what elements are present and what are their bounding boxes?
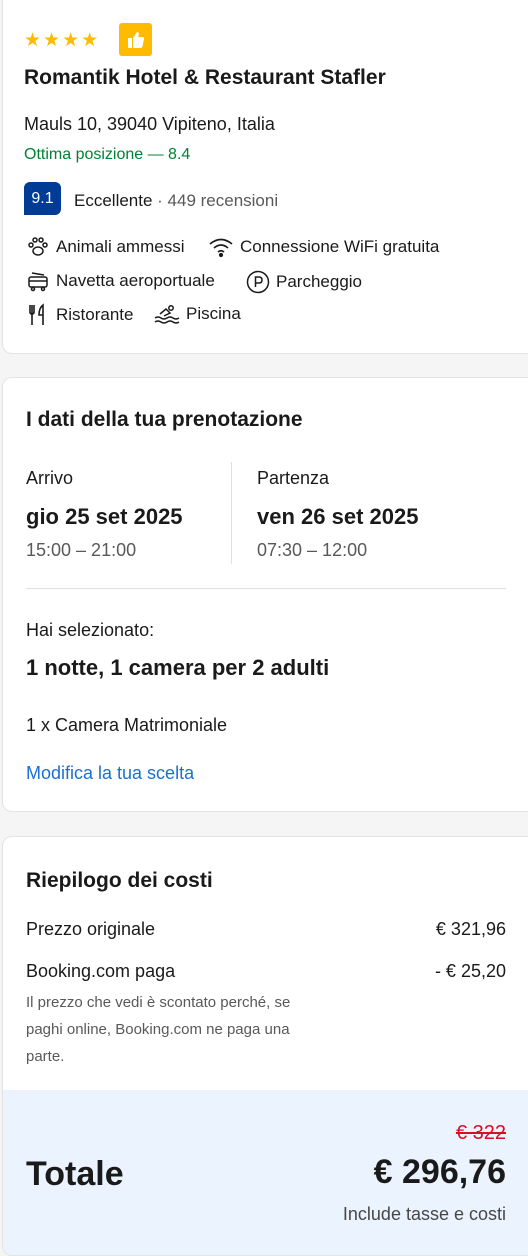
- star-icon: ★: [62, 29, 80, 51]
- selected-summary: 1 notte, 1 camera per 2 adulti: [26, 655, 330, 680]
- restaurant-icon: [29, 303, 44, 325]
- booking-pays-value: - € 25,20: [434, 961, 506, 981]
- selected-label: Hai selezionato:: [26, 620, 155, 640]
- amenity-label: Connessione WiFi gratuita: [240, 237, 440, 256]
- checkin-date: gio 25 set 2025: [26, 504, 183, 529]
- discount-note-line: parte.: [26, 1048, 65, 1065]
- amenity-label: Animali ammessi: [56, 237, 185, 256]
- hotel-card: [2, 0, 528, 354]
- star-icon: ★: [81, 29, 99, 51]
- total-price: € 296,76: [373, 1153, 506, 1191]
- original-price-value: € 321,96: [435, 919, 506, 939]
- booking-details-title: I dati della tua prenotazione: [26, 408, 303, 431]
- star-rating: ★ ★ ★ ★: [24, 30, 98, 50]
- amenity-label: Parcheggio: [276, 272, 363, 291]
- wifi-icon: [209, 238, 233, 258]
- checkout-date: ven 26 set 2025: [257, 504, 419, 529]
- amenity-label: Piscina: [186, 304, 241, 323]
- review-score-badge: 9.1: [24, 182, 61, 215]
- star-icon: ★: [24, 29, 42, 51]
- cost-summary-title: Riepilogo dei costi: [26, 869, 213, 892]
- amenity-shuttle: Navetta aeroportuale: [26, 270, 215, 292]
- shuttle-icon: [28, 272, 48, 292]
- thumbs-up-icon: [119, 23, 152, 56]
- amenity-pets: Animali ammessi: [26, 236, 184, 258]
- star-icon: ★: [43, 29, 61, 51]
- review-word: Eccellente: [74, 191, 153, 210]
- amenity-restaurant: Ristorante: [26, 303, 133, 327]
- old-total-price: € 322: [455, 1122, 506, 1144]
- booking-pays-label: Booking.com paga: [26, 961, 176, 981]
- original-price-label: Prezzo originale: [26, 919, 156, 939]
- discount-note-line: paghi online, Booking.com ne paga una: [26, 1021, 290, 1038]
- booking-details-card: [2, 377, 528, 812]
- checkout-time: 07:30 – 12:00: [257, 540, 368, 560]
- discount-note-line: Il prezzo che vedi è scontato perché, se: [26, 994, 291, 1011]
- checkin-label: Arrivo: [26, 468, 74, 488]
- amenity-pool: Piscina: [154, 303, 241, 325]
- hotel-address: Mauls 10, 39040 Vipiteno, Italia: [24, 114, 275, 134]
- hotel-name: Romantik Hotel & Restaurant Stafler: [24, 66, 386, 89]
- amenity-parking: Parcheggio: [246, 270, 362, 294]
- taxes-note: Include tasse e costi: [342, 1204, 506, 1224]
- pool-icon: [154, 305, 180, 324]
- section-divider: [26, 588, 506, 589]
- amenity-wifi: Connessione WiFi gratuita: [208, 236, 439, 258]
- amenity-label: Navetta aeroportuale: [56, 271, 215, 290]
- discount-note: Il prezzo che vedi è scontato perché, se…: [26, 989, 406, 1070]
- review-count: · 449 recensioni: [152, 191, 279, 210]
- amenity-label: Ristorante: [56, 305, 134, 324]
- room-type: 1 x Camera Matrimoniale: [26, 715, 228, 735]
- location-score: Ottima posizione — 8.4: [24, 146, 191, 163]
- paw-icon: [28, 237, 48, 256]
- date-divider: [231, 462, 232, 564]
- checkin-time: 15:00 – 21:00: [26, 540, 137, 560]
- modify-selection-link[interactable]: Modifica la tua scelta: [26, 763, 194, 784]
- parking-icon: [246, 270, 270, 294]
- review-summary: Eccellente · 449 recensioni: [74, 191, 278, 211]
- checkout-label: Partenza: [257, 468, 330, 488]
- total-label: Totale: [26, 1155, 124, 1193]
